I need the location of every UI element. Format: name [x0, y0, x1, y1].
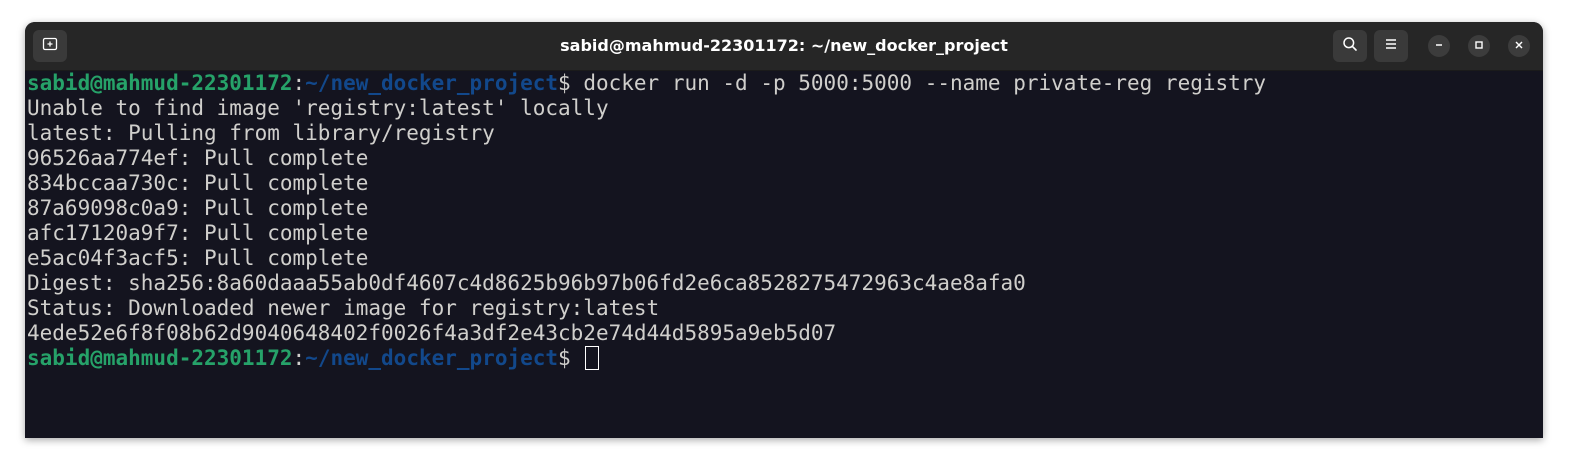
output-line: 4ede52e6f8f08b62d9040648402f0026f4a3df2e… — [27, 321, 837, 345]
titlebar[interactable]: sabid@mahmud-22301172: ~/new_docker_proj… — [25, 22, 1543, 71]
window-title: sabid@mahmud-22301172: ~/new_docker_proj… — [560, 36, 1008, 55]
output-line: afc17120a9f7: Pull complete — [27, 221, 369, 245]
command-line: sabid@mahmud-22301172:~/new_docker_proje… — [27, 71, 1543, 96]
menu-button[interactable] — [1374, 30, 1408, 62]
prompt-user-host: sabid@mahmud-22301172 — [27, 346, 293, 370]
terminal-window: sabid@mahmud-22301172: ~/new_docker_proj… — [25, 22, 1543, 438]
output-line: e5ac04f3acf5: Pull complete — [27, 246, 369, 270]
output-line: Unable to find image 'registry:latest' l… — [27, 96, 609, 120]
search-button[interactable] — [1333, 30, 1367, 62]
search-icon — [1342, 36, 1358, 57]
maximize-icon — [1474, 37, 1484, 55]
maximize-button[interactable] — [1468, 35, 1490, 57]
output-line: Digest: sha256:8a60daaa55ab0df4607c4d862… — [27, 271, 1026, 295]
hamburger-menu-icon — [1383, 36, 1399, 57]
prompt-colon: : — [292, 346, 306, 370]
output-line: Status: Downloaded newer image for regis… — [27, 296, 660, 320]
output-line: 87a69098c0a9: Pull complete — [27, 196, 369, 220]
minimize-icon — [1434, 37, 1444, 55]
prompt-path: ~/new_docker_project — [305, 346, 559, 370]
prompt-dollar: $ — [558, 346, 584, 370]
output-line: 96526aa774ef: Pull complete — [27, 146, 369, 170]
prompt-user-host: sabid@mahmud-22301172 — [27, 71, 293, 95]
prompt-dollar: $ — [558, 71, 584, 95]
output-line: latest: Pulling from library/registry — [27, 121, 495, 145]
prompt-colon: : — [292, 71, 306, 95]
command-text: docker run -d -p 5000:5000 --name privat… — [583, 71, 1267, 95]
minimize-button[interactable] — [1428, 35, 1450, 57]
close-icon — [1514, 37, 1524, 55]
text-cursor[interactable] — [585, 346, 600, 370]
close-button[interactable] — [1508, 35, 1530, 57]
prompt-path: ~/new_docker_project — [305, 71, 559, 95]
prompt-line[interactable]: sabid@mahmud-22301172:~/new_docker_proje… — [27, 346, 1543, 371]
terminal-output-area[interactable]: sabid@mahmud-22301172:~/new_docker_proje… — [25, 71, 1543, 371]
output-line: 834bccaa730c: Pull complete — [27, 171, 369, 195]
